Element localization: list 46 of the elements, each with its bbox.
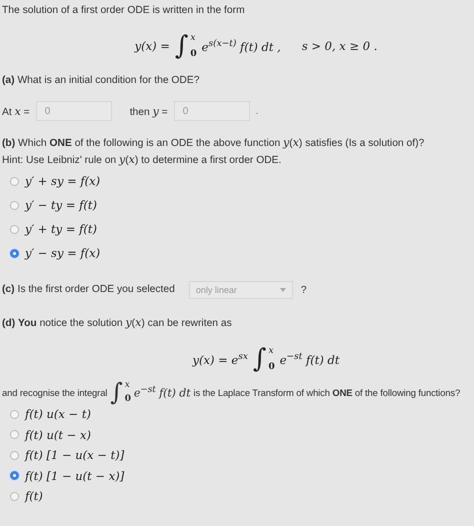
question-text: (a) What is an initial condition for the ODE? [2,74,200,88]
option-label[interactable]: y′ + ty = f(t) [25,222,97,236]
lower-limit: 0 [268,362,275,372]
formula-lhs: y(x) = e$^{sx}$ [192,352,248,366]
option-label[interactable]: f(t) [1 − u(x − t)] [25,448,124,462]
question-mark-text: ? [300,284,307,296]
option-label[interactable]: f(t) u(x − t) [25,407,91,422]
radio-button[interactable] [10,450,19,460]
radio-button[interactable] [10,176,19,186]
integral-sign: ∫ [110,380,123,404]
lower-limit: 0 [190,49,197,59]
period-text: . [256,106,259,116]
lower-limit: 0 [124,394,131,404]
radio-button[interactable] [10,492,19,501]
intro-text: The solution of a first order ODE is written in the form [2,4,246,18]
question-text: (d) You notice the solution y(x) can be rewriten as [2,315,233,331]
integrand: e$^{−st}$ f(t) dt [134,384,191,400]
option-label[interactable]: f(t) u(t − x) [25,428,91,442]
formula-condition: s > 0, x ≥ 0 . [302,39,378,53]
integrand: e$^{−st}$ f(t) dt [280,352,340,366]
radio-button[interactable] [10,248,19,258]
question-text: (c) Is the first order ODE you selected [2,283,175,297]
option-label[interactable]: y′ − ty = f(t) [25,198,97,212]
integral-sign: ∫ [174,33,188,59]
question-text: (b) Which ONE of the following is an ODE the above function y(x) satisfies (Is a solution of)? [2,135,426,151]
field-label: At x = [2,104,30,118]
radio-button[interactable] [10,200,19,210]
upper-limit: x [124,380,131,390]
radio-button[interactable] [10,224,19,234]
upper-limit: x [190,33,196,43]
option-label[interactable]: f(t) [25,489,43,504]
sentence-text: is the Laplace Transform of which ONE of the following functions? [194,386,460,398]
radio-button[interactable] [10,471,19,480]
radio-button[interactable] [10,430,19,440]
option-label[interactable]: y′ + sy = f(x) [25,174,100,188]
field-label: then y = [130,104,168,118]
option-label[interactable]: y′ − sy = f(x) [25,246,100,260]
upper-limit: x [268,346,275,356]
integrand: e$^{s(x−t)}$ f(t) dt , [202,38,281,54]
integral-sign: ∫ [252,346,266,372]
option-label[interactable]: f(t) [1 − u(t − x)] [25,468,124,483]
radio-button[interactable] [10,410,19,419]
hint-text: Hint: Use Leibniz' rule on y(x) to determine a first order ODE. [2,152,282,168]
formula-lhs: y(x) = [134,39,170,53]
sentence-text: and recognise the integral [2,386,108,398]
caret-icon [280,288,286,292]
